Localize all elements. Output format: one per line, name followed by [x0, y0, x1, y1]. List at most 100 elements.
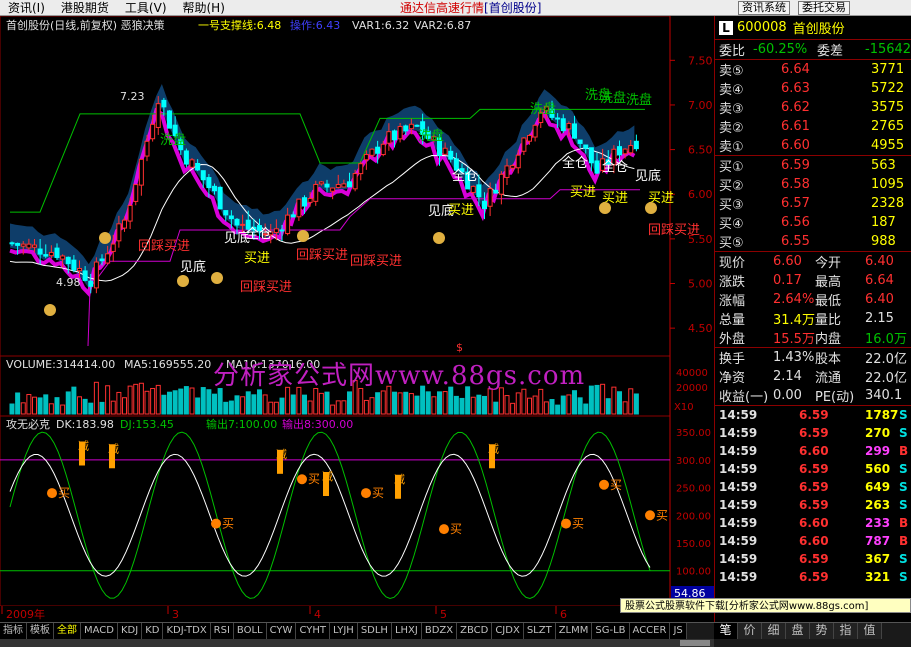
l-icon: L: [719, 20, 733, 35]
candle-body: [572, 123, 577, 139]
indicator-tab[interactable]: JS: [670, 623, 687, 639]
volume-bar: [116, 391, 122, 415]
menu-info[interactable]: 资讯(I): [0, 0, 53, 16]
indicator-tab[interactable]: CJDX: [492, 623, 524, 639]
reduce-signal-label: 减: [394, 473, 405, 486]
panel-tabs: 笔价细盘势指值: [714, 623, 882, 639]
panel-tab[interactable]: 盘: [786, 623, 810, 639]
indicator-tab[interactable]: RSI: [210, 623, 234, 639]
indicator-tab[interactable]: BOLL: [233, 623, 267, 639]
buy-level-row[interactable]: 买③ 6.57 2328: [715, 194, 911, 213]
stat-row[interactable]: 现价 6.60 今开 6.40: [715, 252, 911, 271]
date-label: 5: [440, 608, 447, 621]
volume-bar: [470, 396, 476, 415]
volume-bar: [9, 403, 15, 415]
candle-body: [65, 256, 71, 265]
money-bag-icon: [433, 232, 445, 244]
candle-body: [200, 170, 206, 181]
trade-order-button[interactable]: 委托交易: [798, 1, 850, 15]
buy-level-row[interactable]: 买② 6.58 1095: [715, 175, 911, 194]
candle-body: [617, 146, 622, 156]
volume-bar: [273, 401, 279, 415]
indicator-tab[interactable]: SG-LB: [592, 623, 630, 639]
panel-tab[interactable]: 势: [810, 623, 834, 639]
sell-level-row[interactable]: 卖④ 6.63 5722: [715, 79, 911, 98]
kline-svg[interactable]: 首创股份(日线,前复权) 恶狼决策 一号支撑线:6.48 操作:6.43 VAR1:6…: [0, 16, 714, 622]
stat-row[interactable]: 外盘 15.5万 内盘 16.0万: [715, 328, 911, 347]
indicator-tab[interactable]: KD: [142, 623, 164, 639]
full-label: 全仓: [562, 155, 588, 171]
wash-label: 洗盘: [160, 132, 186, 148]
volume-bar: [122, 397, 127, 415]
candle-body: [290, 214, 296, 218]
volume-bar: [622, 401, 628, 415]
title-stock-link[interactable]: [首创股份]: [484, 1, 541, 15]
kline-chart-area[interactable]: 首创股份(日线,前复权) 恶狼决策 一号支撑线:6.48 操作:6.43 VAR1:6…: [0, 16, 714, 622]
menu-bar: 资讯(I) 港股期货 工具(V) 帮助(H) 通达信高速行情[首创股份] 资讯系…: [0, 0, 911, 16]
candle-body: [37, 248, 43, 255]
stock-code: 600008: [737, 20, 787, 35]
news-system-button[interactable]: 资讯系统: [738, 1, 790, 15]
sell-level-row[interactable]: 卖② 6.61 2765: [715, 117, 911, 136]
indicator-tab[interactable]: ACCER: [629, 623, 671, 639]
panel-tab[interactable]: 指: [834, 623, 858, 639]
osc-axis-label: 350.00: [676, 428, 711, 439]
buy-level-row[interactable]: 买⑤ 6.55 988: [715, 232, 911, 251]
indicator-tab[interactable]: 模板: [27, 623, 54, 639]
out7-label: 输出7:100.00: [206, 417, 277, 431]
candle-body: [302, 197, 307, 207]
buy-level-row[interactable]: 买① 6.59 563: [715, 156, 911, 175]
indicator-tab[interactable]: SLZT: [523, 623, 556, 639]
candle-body: [448, 150, 454, 160]
stat-row[interactable]: 涨跌 0.17 最高 6.64: [715, 271, 911, 290]
candle-body: [414, 124, 420, 127]
date-label: 6: [560, 608, 567, 621]
indicator-tab[interactable]: ZLMM: [555, 623, 593, 639]
indicator-tab[interactable]: 全部: [54, 623, 81, 639]
indicator-tab[interactable]: SDLH: [357, 623, 392, 639]
menu-hk-futures[interactable]: 港股期货: [53, 0, 117, 16]
stat-row[interactable]: 涨幅 2.64% 最低 6.40: [715, 290, 911, 309]
stat2-row[interactable]: 换手 1.43% 股本 22.0亿: [715, 348, 911, 367]
candle-body: [93, 261, 99, 289]
sell-level-row[interactable]: 卖① 6.60 4955: [715, 136, 911, 155]
indicator-tab[interactable]: LHXJ: [391, 623, 422, 639]
candle-body: [397, 126, 403, 140]
buy-level-row[interactable]: 买④ 6.56 187: [715, 213, 911, 232]
sell-level-row[interactable]: 卖⑤ 6.64 3771: [715, 60, 911, 79]
stat2-row[interactable]: 收益(一) 0.00 PE(动) 340.1: [715, 386, 911, 405]
volume-bar: [313, 388, 319, 415]
volume-bar: [77, 396, 82, 415]
ad-bar[interactable]: 股票公式股票软件下载[分析家公式网www.88gs.com]: [620, 598, 911, 613]
indicator-tab[interactable]: CYHT: [296, 623, 330, 639]
candle-body: [532, 124, 538, 138]
indicator-tab[interactable]: LYJH: [329, 623, 358, 639]
buy-in-label: 买进: [244, 251, 270, 266]
date-label: 2009年: [6, 607, 45, 621]
menu-help[interactable]: 帮助(H): [175, 0, 233, 16]
panel-tab[interactable]: 价: [738, 623, 762, 639]
indicator-tab[interactable]: KDJ-TDX: [163, 623, 211, 639]
menu-tools[interactable]: 工具(V): [117, 0, 175, 16]
candle-body: [352, 173, 358, 190]
panel-tab[interactable]: 细: [762, 623, 786, 639]
osc-axis-label: 300.00: [676, 456, 711, 467]
sell-level-row[interactable]: 卖③ 6.62 3575: [715, 98, 911, 117]
stat-row[interactable]: 总量 31.4万 量比 2.15: [715, 309, 911, 328]
indicator-tab[interactable]: CYW: [266, 623, 297, 639]
stat2-row[interactable]: 净资 2.14 流通 22.0亿: [715, 367, 911, 386]
indicator-tab[interactable]: ZBCD: [457, 623, 493, 639]
money-bag-icon: [297, 230, 309, 242]
volume-bar: [32, 396, 37, 415]
indicator-tab[interactable]: 指标: [0, 623, 27, 639]
indicator-tab[interactable]: KDJ: [117, 623, 143, 639]
scroll-thumb[interactable]: [680, 640, 710, 646]
indicator-tab[interactable]: MACD: [81, 623, 118, 639]
indicator-tab[interactable]: BDZX: [421, 623, 458, 639]
panel-tab[interactable]: 笔: [714, 623, 738, 639]
chart-scrollbar[interactable]: [0, 639, 714, 647]
volume-bar: [605, 398, 611, 415]
pullback-buy-label: 回踩买进: [350, 254, 402, 269]
panel-tab[interactable]: 值: [858, 623, 882, 639]
osc-label: 攻无必克: [6, 417, 50, 431]
